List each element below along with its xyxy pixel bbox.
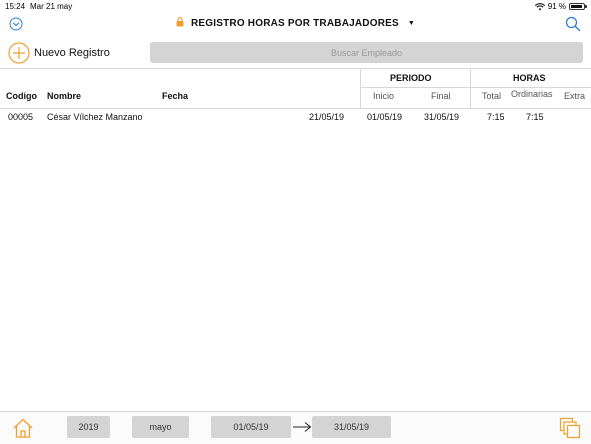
table-row[interactable]: 00005 César Vílchez Manzano 21/05/19 01/…	[0, 112, 591, 126]
header-extra: Extra	[564, 91, 586, 101]
cell-nombre: César Vílchez Manzano	[47, 112, 143, 122]
table-header: Codigo Nombre Fecha PERIODO Inicio Final…	[0, 69, 591, 109]
status-bar: 15:24 Mar 21 may 91 %	[0, 0, 591, 12]
status-right: 91 %	[534, 2, 587, 11]
divider	[360, 69, 361, 108]
divider	[360, 87, 591, 88]
home-icon[interactable]	[12, 417, 34, 439]
date-from-selector[interactable]: 01/05/19	[211, 416, 291, 438]
arrow-right-icon	[293, 422, 312, 432]
header-codigo: Codigo	[6, 91, 37, 101]
cell-codigo: 00005	[8, 112, 34, 122]
copy-icon[interactable]	[559, 417, 581, 439]
header-fecha: Fecha	[162, 91, 189, 101]
add-circle-icon	[8, 42, 30, 64]
battery-percent: 91 %	[547, 2, 566, 11]
bottom-bar: 2019 mayo 01/05/19 31/05/19	[0, 411, 591, 444]
toolbar: Nuevo Registro	[0, 38, 591, 69]
date-to-selector[interactable]: 31/05/19	[312, 416, 391, 438]
new-record-label: Nuevo Registro	[34, 47, 110, 59]
header-total: Total	[482, 91, 502, 101]
cell-inicio: 01/05/19	[367, 112, 403, 122]
page-title-dropdown[interactable]: REGISTRO HORAS POR TRABAJADORES ▼	[0, 17, 591, 29]
lock-icon	[176, 17, 184, 27]
status-time: 15:24	[5, 2, 26, 11]
header-periodo: PERIODO	[390, 73, 432, 83]
divider	[470, 69, 471, 108]
wifi-icon	[534, 2, 545, 10]
header-final: Final	[431, 91, 451, 101]
header-horas: HORAS	[513, 73, 546, 83]
search-icon[interactable]	[565, 16, 581, 32]
search-employee-input[interactable]	[150, 42, 583, 63]
header-inicio: Inicio	[373, 91, 395, 101]
cell-fecha: 21/05/19	[309, 112, 345, 122]
header-nombre: Nombre	[47, 91, 82, 101]
status-date: Mar 21 may	[30, 2, 73, 11]
cell-total: 7:15	[487, 112, 505, 122]
page-title: REGISTRO HORAS POR TRABAJADORES	[190, 18, 399, 29]
header-ordinarias: Ordinarias	[511, 89, 553, 99]
caret-down-icon: ▼	[407, 20, 415, 27]
year-selector[interactable]: 2019	[67, 416, 110, 438]
new-record-button[interactable]: Nuevo Registro	[8, 42, 110, 64]
cell-final: 31/05/19	[424, 112, 460, 122]
nav-bar: REGISTRO HORAS POR TRABAJADORES ▼	[0, 12, 591, 36]
month-selector[interactable]: mayo	[132, 416, 189, 438]
battery-icon	[569, 3, 587, 10]
cell-ordinarias: 7:15	[526, 112, 544, 122]
